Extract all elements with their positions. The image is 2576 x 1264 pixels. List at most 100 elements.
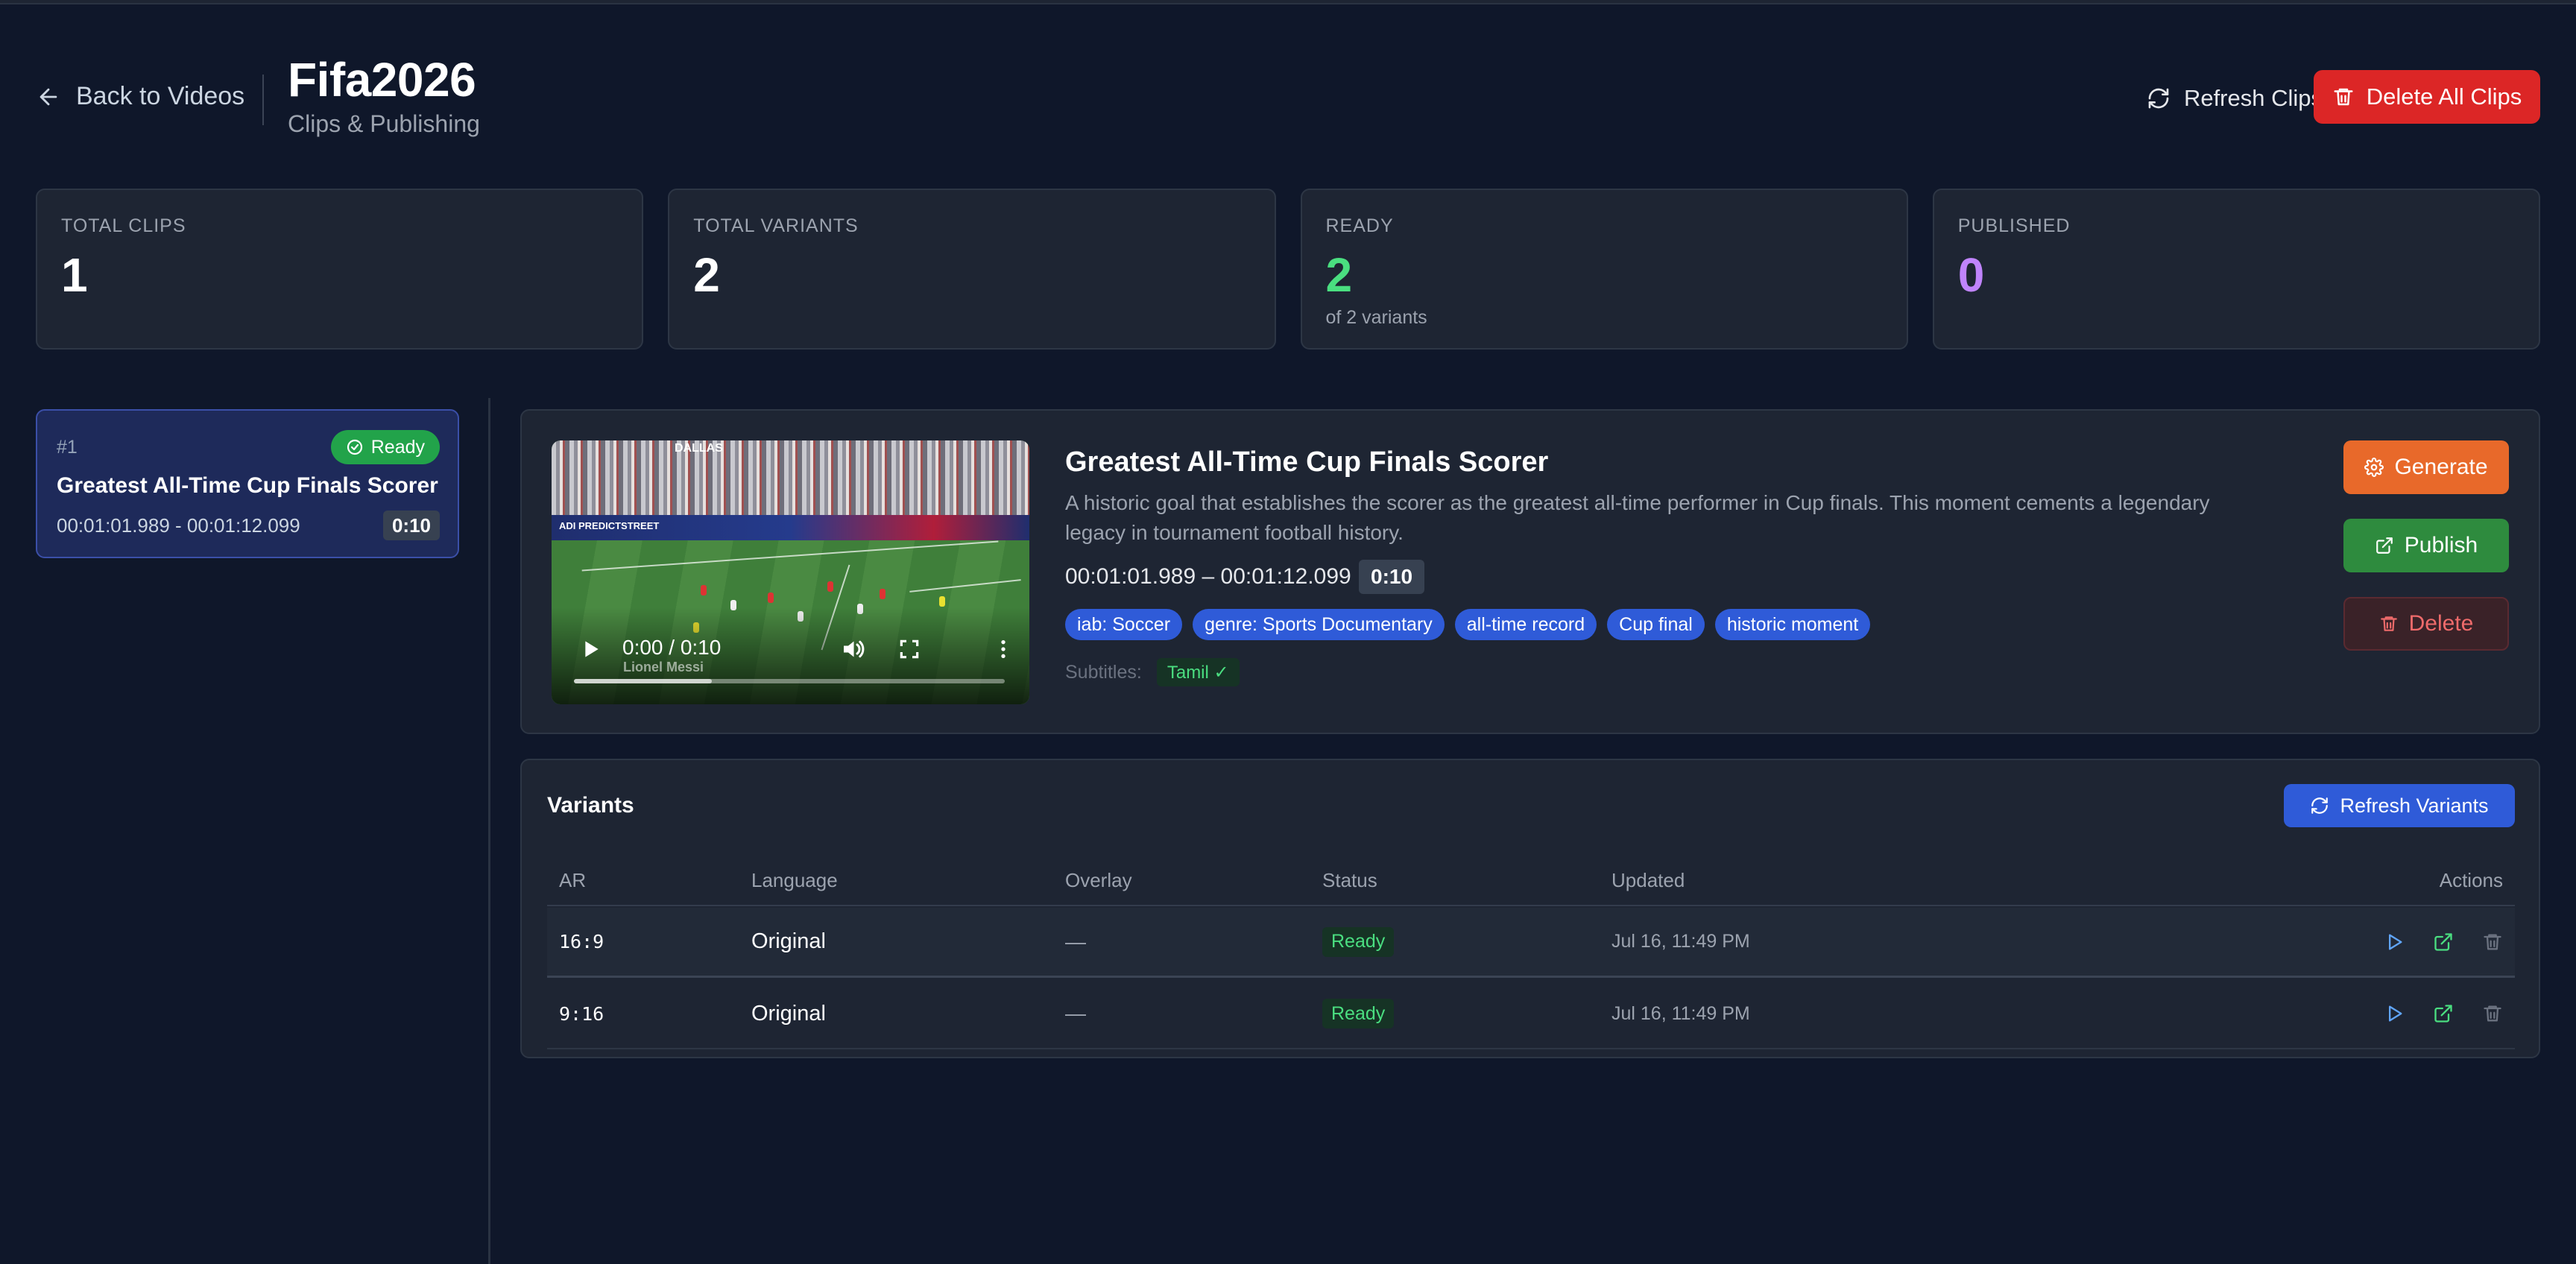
- delete-clip-button[interactable]: Delete: [2343, 597, 2509, 651]
- play-icon[interactable]: [2384, 1003, 2405, 1024]
- subtitle-language-chip: Tamil ✓: [1156, 658, 1240, 686]
- stat-sub: of 2 variants: [1325, 307, 1427, 328]
- trash-icon: [2334, 88, 2353, 106]
- more-vertical-icon[interactable]: [991, 637, 1015, 661]
- delete-label: Delete: [2408, 611, 2474, 636]
- publish-label: Publish: [2404, 533, 2478, 557]
- clip-title: Greatest All-Time Cup Finals Scorer: [57, 473, 438, 498]
- play-icon[interactable]: [578, 637, 602, 661]
- table-row[interactable]: 9:16 Original — Ready Jul 16, 11:49 PM: [547, 979, 2515, 1049]
- trash-icon[interactable]: [2482, 932, 2503, 952]
- delete-all-clips-label: Delete All Clips: [2366, 83, 2522, 110]
- stat-label: READY: [1325, 215, 1394, 236]
- back-to-videos-link[interactable]: Back to Videos: [36, 82, 244, 111]
- generate-button[interactable]: Generate: [2343, 440, 2509, 494]
- clip-number: #1: [57, 437, 78, 458]
- stat-card-total-clips: TOTAL CLIPS 1: [36, 189, 644, 350]
- stat-card-total-variants: TOTAL VARIANTS 2: [668, 189, 1276, 350]
- variant-status: Ready: [1322, 979, 1395, 1048]
- variant-aspect-ratio: 9:16: [559, 1002, 604, 1025]
- volume-icon[interactable]: [839, 636, 866, 663]
- publish-button[interactable]: Publish: [2343, 519, 2509, 572]
- external-link-icon: [2375, 537, 2393, 554]
- tag-chip: historic moment: [1714, 609, 1871, 640]
- refresh-icon: [2148, 88, 2169, 109]
- stat-card-ready: READY 2 of 2 variants: [1300, 189, 1908, 350]
- column-header-updated: Updated: [1611, 868, 1685, 891]
- back-label: Back to Videos: [76, 82, 245, 110]
- refresh-icon: [2311, 797, 2329, 814]
- subtitles-label: Subtitles:: [1065, 661, 1142, 683]
- column-header-actions: Actions: [2439, 868, 2503, 891]
- page-header: Back to Videos Fifa2026 Clips & Publishi…: [36, 52, 2540, 142]
- variant-actions: [2384, 908, 2503, 976]
- check-circle-icon: [347, 439, 362, 455]
- variant-updated: Jul 16, 11:49 PM: [1611, 931, 1750, 952]
- external-link-icon[interactable]: [2433, 932, 2454, 952]
- stat-value: 2: [693, 248, 720, 302]
- tag-chip: iab: Soccer: [1065, 609, 1183, 640]
- stats-row: TOTAL CLIPS 1 TOTAL VARIANTS 2 READY 2 o…: [36, 189, 2540, 350]
- column-header-ar: AR: [559, 868, 587, 891]
- refresh-clips-button[interactable]: Refresh Clips: [2132, 72, 2337, 125]
- video-player-figure: [880, 589, 886, 599]
- column-header-overlay: Overlay: [1065, 868, 1132, 891]
- status-badge-label: Ready: [370, 436, 425, 458]
- variant-updated: Jul 16, 11:49 PM: [1611, 1002, 1750, 1024]
- trash-icon: [2380, 616, 2397, 631]
- page-subtitle: Clips & Publishing: [288, 110, 480, 137]
- clip-list-item[interactable]: #1 Ready Greatest All-Time Cup Finals Sc…: [36, 409, 459, 558]
- tag-list: iab: Soccer genre: Sports Documentary al…: [1065, 609, 1871, 640]
- delete-all-clips-button[interactable]: Delete All Clips: [2314, 70, 2540, 124]
- pitch-line: [581, 540, 999, 572]
- variants-title: Variants: [547, 793, 634, 818]
- status-badge: Ready: [1322, 999, 1395, 1028]
- trash-icon[interactable]: [2482, 1003, 2503, 1024]
- refresh-variants-label: Refresh Variants: [2340, 794, 2489, 817]
- status-badge: Ready: [1322, 926, 1395, 957]
- clip-detail-panel: DALLAS ADI PREDICTSTREET Lionel Messi 0:…: [520, 409, 2540, 734]
- video-player-figure: [939, 596, 945, 607]
- table-row[interactable]: 16:9 Original — Ready Jul 16, 11:49 PM: [547, 908, 2515, 978]
- fullscreen-icon[interactable]: [897, 637, 921, 661]
- video-progress-bar[interactable]: [574, 679, 1005, 683]
- stadium-text: DALLAS: [675, 442, 723, 455]
- video-time: 0:00 / 0:10: [622, 636, 722, 659]
- arrow-left-icon: [40, 88, 57, 105]
- status-badge: Ready: [330, 430, 440, 464]
- clip-detail-time-range: 00:01:01.989 – 00:01:12.099: [1065, 564, 1351, 589]
- video-player-figure: [768, 592, 774, 603]
- stat-label: PUBLISHED: [1957, 215, 2071, 236]
- clip-time-range: 00:01:01.989 - 00:01:12.099: [57, 514, 300, 537]
- clip-duration: 0:10: [382, 511, 440, 540]
- variants-panel: Variants Refresh Variants AR Language Ov…: [520, 759, 2540, 1058]
- gear-icon: [2364, 458, 2384, 477]
- stat-value: 1: [61, 248, 88, 302]
- video-caption: Lionel Messi: [623, 660, 704, 674]
- pitch-line: [909, 579, 1021, 592]
- sidebar-divider: [488, 398, 490, 1264]
- banner-text: ADI PREDICTSTREET: [559, 520, 660, 531]
- variant-status: Ready: [1322, 908, 1395, 976]
- refresh-variants-button[interactable]: Refresh Variants: [2284, 784, 2515, 827]
- stat-label: TOTAL CLIPS: [61, 215, 186, 236]
- external-link-icon[interactable]: [2433, 1003, 2454, 1024]
- clip-detail-title: Greatest All-Time Cup Finals Scorer: [1065, 446, 1549, 478]
- video-player[interactable]: DALLAS ADI PREDICTSTREET Lionel Messi 0:…: [552, 440, 1029, 704]
- variant-language: Original: [751, 929, 826, 953]
- variant-overlay: —: [1065, 1002, 1086, 1025]
- tag-chip: Cup final: [1607, 609, 1705, 640]
- video-player-figure: [701, 585, 707, 595]
- video-buffer-bar: [574, 679, 712, 683]
- tag-chip: genre: Sports Documentary: [1193, 609, 1445, 640]
- header-divider: [262, 75, 264, 125]
- variant-aspect-ratio: 16:9: [559, 931, 604, 952]
- page-title: Fifa2026: [288, 53, 476, 107]
- video-player-figure: [827, 581, 833, 592]
- stat-value: 0: [1957, 248, 1985, 302]
- play-icon[interactable]: [2384, 932, 2405, 952]
- stat-card-published: PUBLISHED 0: [1932, 189, 2540, 350]
- refresh-clips-label: Refresh Clips: [2183, 85, 2323, 111]
- subtitles-row: Subtitles: Tamil ✓: [1065, 658, 1240, 686]
- clip-detail-description: A historic goal that establishes the sco…: [1065, 491, 2210, 544]
